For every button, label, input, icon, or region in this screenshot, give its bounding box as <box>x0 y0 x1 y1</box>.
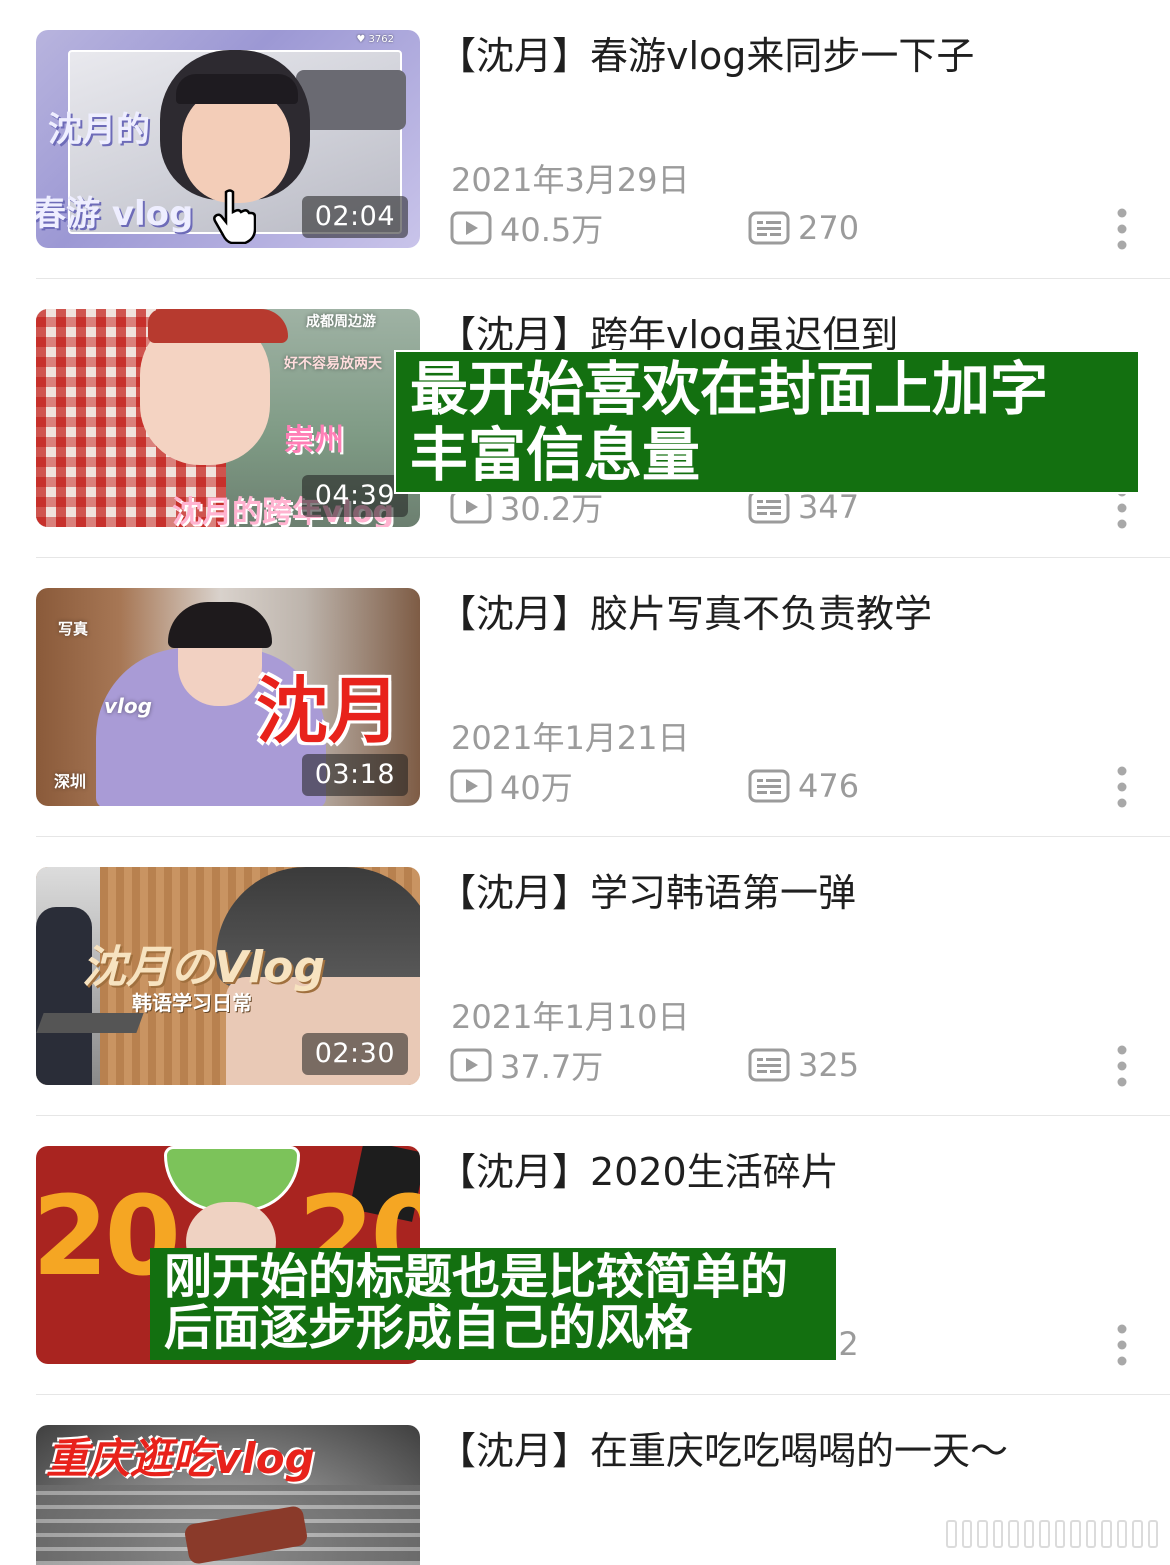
danmaku-count: 270 <box>748 205 859 251</box>
video-duration: 03:18 <box>301 754 408 796</box>
play-count-icon <box>450 769 492 803</box>
thumbnail-text: 沈月のVlog <box>82 942 325 993</box>
play-count: 40万 <box>450 763 573 809</box>
thumbnail-text: vlog <box>104 694 152 718</box>
play-count-value: 40.5万 <box>500 211 604 249</box>
danmaku-icon <box>748 769 790 803</box>
thumbnail-text: 春游 vlog <box>36 194 194 234</box>
play-count-icon <box>450 211 492 245</box>
thumbnail-text: 沈月的 <box>48 110 150 150</box>
overlay-caption: 最开始喜欢在封面上加字 丰富信息量 <box>394 350 1138 494</box>
more-vertical-icon[interactable] <box>1112 765 1132 809</box>
thumbnail-text: 崇州 <box>284 423 344 458</box>
danmaku-count-value: 325 <box>798 1046 860 1084</box>
video-duration: 02:30 <box>301 1033 408 1075</box>
danmaku-icon <box>748 490 790 524</box>
more-vertical-icon[interactable] <box>1112 1044 1132 1088</box>
play-count-icon <box>450 490 492 524</box>
video-item[interactable]: 沈月のVlog 韩语学习日常 02:30 【沈月】学习韩语第一弹 2021年1月… <box>0 837 1170 1116</box>
video-title[interactable]: 【沈月】春游vlog来同步一下子 <box>438 30 974 82</box>
caption-line: 丰富信息量 <box>410 421 701 489</box>
video-thumbnail[interactable]: 写真 vlog 深圳 沈月 03:18 <box>36 588 420 806</box>
play-count: 40.5万 <box>450 205 603 251</box>
video-item[interactable]: ♥ 3762 沈月的 春游 vlog 02:04 【沈月】春游vlog来同步一下… <box>0 0 1170 279</box>
like-count: ♥ 3762 <box>356 34 394 45</box>
overlay-caption: 刚开始的标题也是比较简单的 后面逐步形成自己的风格 <box>150 1248 836 1360</box>
caption-line: 刚开始的标题也是比较简单的 <box>164 1249 789 1305</box>
danmaku-icon <box>748 211 790 245</box>
publish-date: 2021年1月21日 <box>451 719 690 757</box>
video-item[interactable]: 写真 vlog 深圳 沈月 03:18 【沈月】胶片写真不负责教学 2021年1… <box>0 558 1170 837</box>
video-thumbnail[interactable]: 重庆逛吃vlog <box>36 1425 420 1565</box>
video-title[interactable]: 【沈月】2020生活碎片 <box>438 1146 839 1198</box>
play-count-value: 37.7万 <box>500 1048 604 1086</box>
danmaku-count: 325 <box>748 1042 859 1088</box>
danmaku-count: 476 <box>748 763 859 809</box>
more-vertical-icon[interactable] <box>1112 1323 1132 1367</box>
video-title[interactable]: 【沈月】胶片写真不负责教学 <box>438 588 932 640</box>
thumbnail-text: 韩语学习日常 <box>132 991 252 1015</box>
play-count: 37.7万 <box>450 1042 603 1088</box>
thumbnail-text: 重庆逛吃vlog <box>46 1434 315 1483</box>
video-duration: 02:04 <box>301 196 408 238</box>
video-title[interactable]: 【沈月】在重庆吃吃喝喝的一天～ <box>438 1425 1008 1477</box>
thumbnail-text: 成都周边游 <box>306 314 376 330</box>
video-duration: 04:39 <box>301 475 408 517</box>
video-thumbnail[interactable]: 沈月のVlog 韩语学习日常 02:30 <box>36 867 420 1085</box>
hand-pointer-icon <box>213 189 256 244</box>
more-vertical-icon[interactable] <box>1112 207 1132 251</box>
danmaku-count-value: 270 <box>798 209 860 247</box>
watermark <box>946 1520 1158 1548</box>
thumbnail-text: 好不容易放两天 <box>284 356 382 372</box>
play-count-icon <box>450 1048 492 1082</box>
publish-date: 2021年3月29日 <box>451 161 690 199</box>
video-thumbnail[interactable]: 成都周边游 好不容易放两天 崇州 沈月的跨年vlog 04:39 <box>36 309 420 527</box>
caption-line: 最开始喜欢在封面上加字 <box>410 355 1049 423</box>
publish-date: 2021年1月10日 <box>451 998 690 1036</box>
danmaku-count-value: 476 <box>798 767 860 805</box>
caption-line: 后面逐步形成自己的风格 <box>164 1300 693 1356</box>
video-title[interactable]: 【沈月】学习韩语第一弹 <box>438 867 856 919</box>
danmaku-icon <box>748 1048 790 1082</box>
thumbnail-text: 写真 <box>58 620 89 638</box>
play-count-value: 40万 <box>500 769 573 807</box>
thumbnail-text: 沈月 <box>256 669 401 753</box>
thumbnail-text: 深圳 <box>54 772 87 791</box>
